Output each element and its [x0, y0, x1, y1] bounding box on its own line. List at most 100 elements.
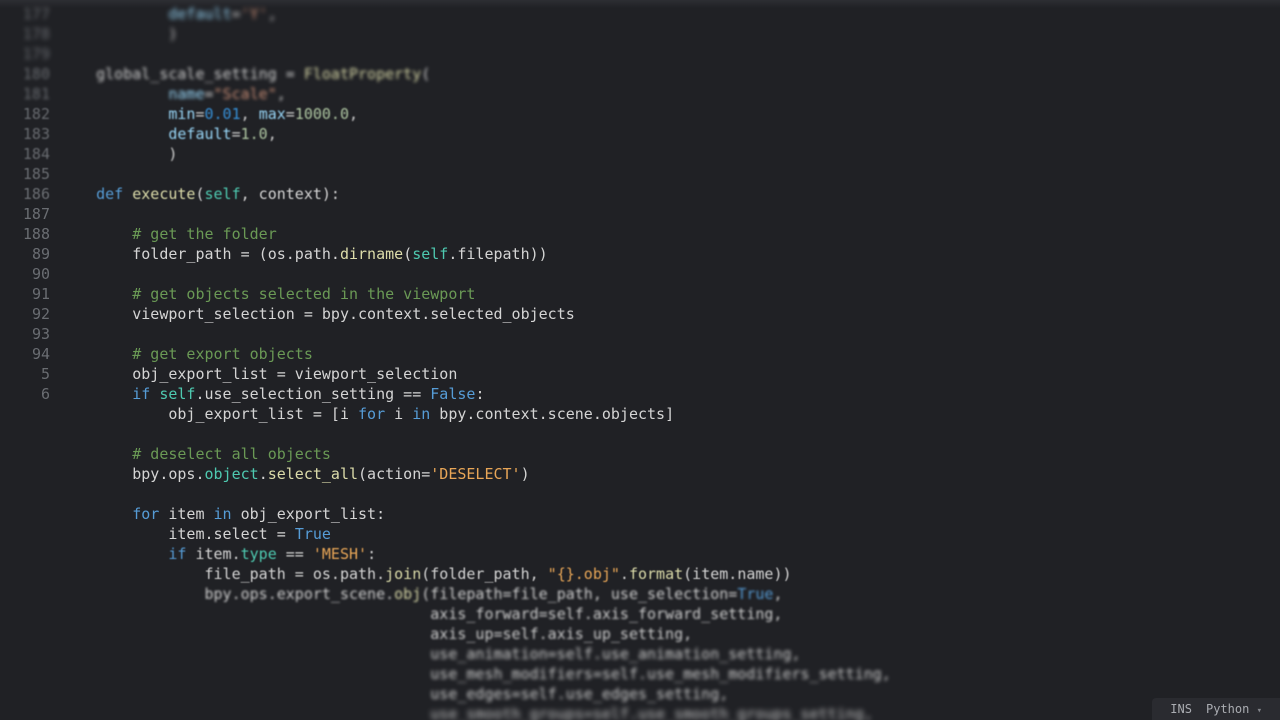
code-token: ( [403, 245, 412, 263]
code-token: bpy.ops.export_scene. [60, 585, 394, 603]
code-line[interactable]: axis_forward=self.axis_forward_setting, [60, 604, 1280, 624]
code-line[interactable] [60, 324, 1280, 344]
code-token: : [475, 385, 484, 403]
line-number: 93 [0, 324, 50, 344]
line-number: 6 [0, 384, 50, 404]
code-token: 'MESH' [313, 545, 367, 563]
code-token: (folder_path, [421, 565, 547, 583]
line-number [0, 524, 50, 544]
code-token: .filepath)) [448, 245, 547, 263]
code-token: "{}.obj" [548, 565, 620, 583]
code-line[interactable]: if item.type == 'MESH': [60, 544, 1280, 564]
code-token: True [295, 525, 331, 543]
code-token: default [168, 125, 231, 143]
code-line[interactable]: # deselect all objects [60, 444, 1280, 464]
code-token: self [159, 385, 195, 403]
line-number [0, 564, 50, 584]
code-token [60, 545, 168, 563]
code-line[interactable]: bpy.ops.object.select_all(action='DESELE… [60, 464, 1280, 484]
code-token: obj_export_list = viewport_selection [60, 365, 457, 383]
line-number [0, 604, 50, 624]
code-line[interactable]: # get the folder [60, 224, 1280, 244]
code-line[interactable]: default=1.0, [60, 124, 1280, 144]
code-line[interactable]: folder_path = (os.path.dirname(self.file… [60, 244, 1280, 264]
line-number: 179 [0, 44, 50, 64]
code-token: axis_up=self.axis_up_setting, [60, 625, 692, 643]
code-line[interactable]: # get objects selected in the viewport [60, 284, 1280, 304]
code-editor[interactable]: 1771781791801811821831841851861871888990… [0, 0, 1280, 720]
code-token [60, 225, 132, 243]
code-line[interactable]: for item in obj_export_list: [60, 504, 1280, 524]
code-token: 1.0 [241, 125, 268, 143]
code-token: folder_path = (os.path. [60, 245, 340, 263]
code-line[interactable]: if self.use_selection_setting == False: [60, 384, 1280, 404]
code-line[interactable] [60, 204, 1280, 224]
line-number [0, 464, 50, 484]
code-line[interactable]: obj_export_list = viewport_selection [60, 364, 1280, 384]
code-line[interactable]: ) [60, 24, 1280, 44]
code-token: , [773, 585, 782, 603]
code-token: in [412, 405, 439, 423]
code-token: for [132, 505, 168, 523]
line-number-gutter: 1771781791801811821831841851861871888990… [0, 0, 60, 720]
code-line[interactable]: use_smooth_groups=self.use_smooth_groups… [60, 704, 1280, 720]
line-number: 182 [0, 104, 50, 124]
line-number [0, 424, 50, 444]
code-line[interactable]: viewport_selection = bpy.context.selecte… [60, 304, 1280, 324]
line-number: 186 [0, 184, 50, 204]
code-line[interactable]: name="Scale", [60, 84, 1280, 104]
code-line[interactable]: file_path = os.path.join(folder_path, "{… [60, 564, 1280, 584]
code-token: FloatProperty [304, 65, 421, 83]
code-area[interactable]: default='Y', ) global_scale_setting = Fl… [60, 0, 1280, 720]
code-token: obj_export_list: [241, 505, 386, 523]
code-token [60, 445, 132, 463]
line-number: 94 [0, 344, 50, 364]
code-line[interactable]: min=0.01, max=1000.0, [60, 104, 1280, 124]
code-token: # get the folder [132, 225, 277, 243]
code-token: obj_export_list = [i [60, 405, 358, 423]
code-line[interactable] [60, 264, 1280, 284]
code-token: . [620, 565, 629, 583]
status-mode: INS [1170, 702, 1192, 716]
code-line[interactable]: use_edges=self.use_edges_setting, [60, 684, 1280, 704]
line-number: 183 [0, 124, 50, 144]
code-line[interactable]: global_scale_setting = FloatProperty( [60, 64, 1280, 84]
status-bar: INS Python ▾ [1152, 698, 1280, 720]
status-language[interactable]: Python ▾ [1206, 702, 1262, 716]
code-token: item. [195, 545, 240, 563]
code-token: dirname [340, 245, 403, 263]
code-token: (action= [358, 465, 430, 483]
code-line[interactable] [60, 164, 1280, 184]
code-token: use_mesh_modifiers=self.use_mesh_modifie… [60, 665, 891, 683]
code-line[interactable]: ) [60, 144, 1280, 164]
code-token: in [214, 505, 241, 523]
line-number [0, 404, 50, 424]
line-number: 178 [0, 24, 50, 44]
code-token: "Scale" [214, 85, 277, 103]
code-line[interactable]: use_animation=self.use_animation_setting… [60, 644, 1280, 664]
line-number: 184 [0, 144, 50, 164]
code-token: = [286, 105, 295, 123]
code-line[interactable]: item.select = True [60, 524, 1280, 544]
chevron-down-icon: ▾ [1257, 706, 1262, 716]
code-token: , [241, 105, 259, 123]
code-line[interactable]: axis_up=self.axis_up_setting, [60, 624, 1280, 644]
code-line[interactable] [60, 484, 1280, 504]
code-line[interactable] [60, 44, 1280, 64]
code-token: == [277, 545, 313, 563]
code-token [60, 5, 168, 23]
code-token: = [205, 85, 214, 103]
code-token: ( [421, 65, 430, 83]
code-token: .use_selection_setting == [195, 385, 430, 403]
code-line[interactable]: def execute(self, context): [60, 184, 1280, 204]
code-line[interactable]: # get export objects [60, 344, 1280, 364]
code-line[interactable]: obj_export_list = [i for i in bpy.contex… [60, 404, 1280, 424]
code-token: 0.01 [205, 105, 241, 123]
code-line[interactable]: bpy.ops.export_scene.obj(filepath=file_p… [60, 584, 1280, 604]
code-line[interactable] [60, 424, 1280, 444]
code-token [60, 185, 96, 203]
code-line[interactable]: use_mesh_modifiers=self.use_mesh_modifie… [60, 664, 1280, 684]
code-token: = [195, 105, 204, 123]
code-line[interactable]: default='Y', [60, 4, 1280, 24]
code-token: viewport_selection = bpy.context.selecte… [60, 305, 575, 323]
